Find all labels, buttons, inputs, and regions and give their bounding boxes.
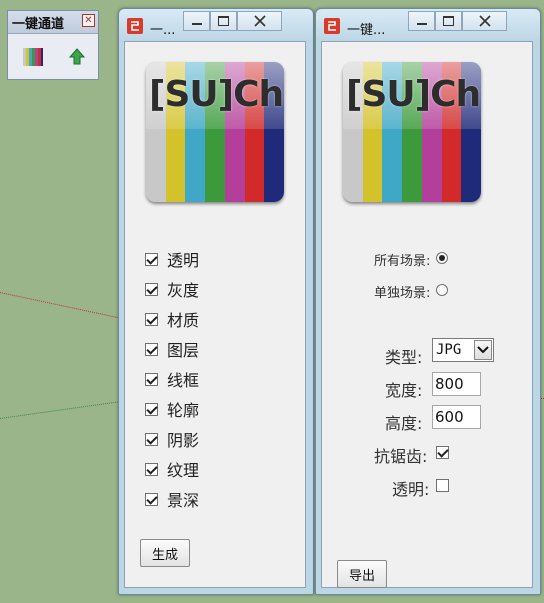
channel-checkbox-label: 轮廓 xyxy=(167,401,200,420)
green-up-arrow-icon[interactable] xyxy=(66,46,88,68)
generate-button[interactable]: 生成 xyxy=(140,539,190,567)
maximize-icon xyxy=(218,16,229,26)
toolbar-title-bar[interactable]: 一键通道 ✕ xyxy=(8,11,98,34)
channel-checkbox[interactable] xyxy=(145,372,158,386)
minimize-button[interactable] xyxy=(183,11,210,31)
maximize-button[interactable] xyxy=(435,11,462,31)
toolbar-palette: 一键通道 ✕ xyxy=(7,10,99,80)
such-logo: [SU]Ch xyxy=(146,62,284,202)
channel-checkbox-row[interactable]: 线框 xyxy=(145,367,199,391)
channel-checkbox-label: 透明 xyxy=(167,251,200,270)
window-title: 一键... xyxy=(347,23,386,38)
type-label: 类型: xyxy=(385,348,423,367)
close-icon xyxy=(253,15,266,27)
channel-checkbox[interactable] xyxy=(145,312,158,326)
window-title: 一... xyxy=(150,23,176,38)
antialias-label: 抗锯齿: xyxy=(374,447,428,466)
logo-text: [SU]Ch xyxy=(346,74,481,115)
window-client-area: [SU]Ch 所有场景: 单独场景: 类型: JPG 宽度: 800 高度: 6… xyxy=(321,41,533,588)
channel-checkbox-label: 灰度 xyxy=(167,281,200,300)
maximize-icon xyxy=(443,16,454,26)
image-type-select[interactable]: JPG xyxy=(432,338,494,362)
channel-checkbox-row[interactable]: 图层 xyxy=(145,337,199,361)
channel-checkbox[interactable] xyxy=(145,492,158,506)
export-button[interactable]: 导出 xyxy=(337,560,387,588)
color-bars-icon[interactable] xyxy=(22,46,44,68)
channel-checkbox-label: 阴影 xyxy=(167,431,200,450)
such-logo: [SU]Ch xyxy=(343,62,481,202)
minimize-icon xyxy=(191,23,202,25)
single-scene-radio[interactable] xyxy=(436,284,448,296)
channel-checkbox-row[interactable]: 阴影 xyxy=(145,427,199,451)
close-button[interactable] xyxy=(237,11,282,31)
sketchup-app-icon xyxy=(323,17,341,35)
width-label: 宽度: xyxy=(385,381,423,400)
close-icon xyxy=(478,15,491,27)
all-scenes-radio[interactable] xyxy=(436,252,448,264)
image-type-value: JPG xyxy=(436,342,462,358)
window-client-area: [SU]Ch 透明灰度材质图层线框轮廓阴影纹理景深 生成 xyxy=(124,41,306,588)
close-button[interactable] xyxy=(462,11,507,31)
channel-checkbox-label: 纹理 xyxy=(167,461,200,480)
channel-checkbox-row[interactable]: 材质 xyxy=(145,307,199,331)
channel-checkbox-row[interactable]: 纹理 xyxy=(145,457,199,481)
axis-line xyxy=(0,400,124,419)
channel-checkbox[interactable] xyxy=(145,282,158,296)
channel-checkbox[interactable] xyxy=(145,432,158,446)
all-scenes-label: 所有场景: xyxy=(374,254,431,269)
channel-checkbox[interactable] xyxy=(145,342,158,356)
channel-checkbox-row[interactable]: 灰度 xyxy=(145,277,199,301)
maximize-button[interactable] xyxy=(210,11,237,31)
transparent-checkbox[interactable] xyxy=(436,479,449,492)
channel-checkbox-row[interactable]: 景深 xyxy=(145,487,199,511)
minimize-icon xyxy=(416,23,427,25)
channel-checkbox-row[interactable]: 透明 xyxy=(145,247,199,271)
channel-options-window: 一... [SU]Ch 透明灰度材质图层线框轮廓阴影纹理景深 生成 xyxy=(118,8,314,595)
channel-checkbox-label: 图层 xyxy=(167,341,200,360)
logo-text: [SU]Ch xyxy=(149,74,284,115)
channel-checkbox[interactable] xyxy=(145,402,158,416)
chevron-down-icon[interactable] xyxy=(474,340,492,360)
single-scene-label: 单独场景: xyxy=(374,286,431,301)
channel-checkbox-label: 材质 xyxy=(167,311,200,330)
channel-checkbox-label: 线框 xyxy=(167,371,200,390)
antialias-checkbox[interactable] xyxy=(436,446,449,459)
window-title-bar[interactable]: 一... xyxy=(119,9,313,41)
height-field[interactable]: 600 xyxy=(432,405,481,429)
minimize-button[interactable] xyxy=(408,11,435,31)
toolbar-close-button[interactable]: ✕ xyxy=(82,14,95,27)
height-label: 高度: xyxy=(385,414,423,433)
channel-checkbox[interactable] xyxy=(145,252,158,266)
export-options-window: 一键... [SU]Ch 所有场景: 单独场景: 类型: JPG 宽度: 800… xyxy=(315,8,541,595)
channel-checkbox-row[interactable]: 轮廓 xyxy=(145,397,199,421)
transparent-label: 透明: xyxy=(392,480,430,499)
channel-checkbox[interactable] xyxy=(145,462,158,476)
toolbar-title: 一键通道 xyxy=(12,16,65,32)
channel-checkbox-list: 透明灰度材质图层线框轮廓阴影纹理景深 xyxy=(145,247,295,527)
window-title-bar[interactable]: 一键... xyxy=(316,9,540,41)
sketchup-app-icon xyxy=(126,17,144,35)
width-field[interactable]: 800 xyxy=(432,372,481,396)
axis-line xyxy=(0,292,123,319)
channel-checkbox-label: 景深 xyxy=(167,491,200,510)
